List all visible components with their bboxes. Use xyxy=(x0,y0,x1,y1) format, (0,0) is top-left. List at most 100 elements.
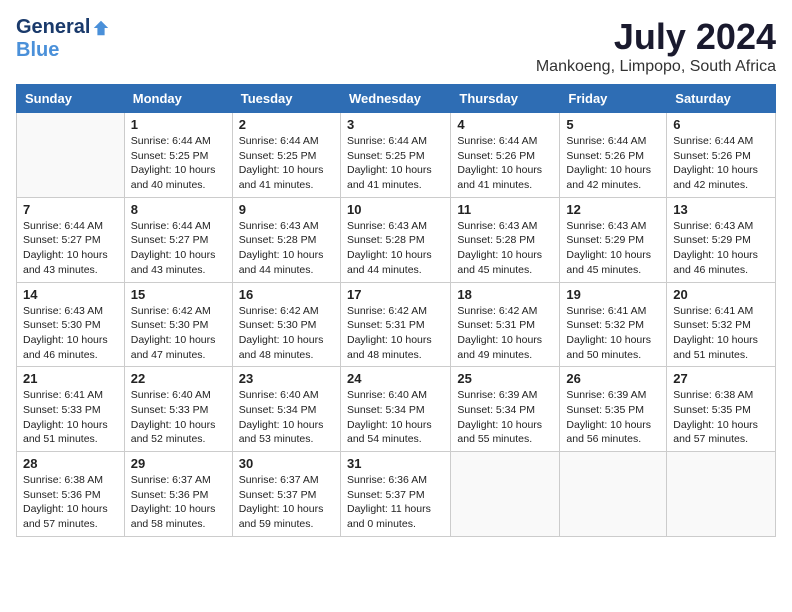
calendar-cell: 5 Sunrise: 6:44 AM Sunset: 5:26 PM Daylig… xyxy=(560,113,667,198)
calendar-cell: 18 Sunrise: 6:42 AM Sunset: 5:31 PM Dayli… xyxy=(451,282,560,367)
day-number: 16 xyxy=(239,287,334,302)
day-number: 7 xyxy=(23,202,118,217)
day-info: Sunrise: 6:44 AM Sunset: 5:26 PM Dayligh… xyxy=(673,135,758,191)
day-info: Sunrise: 6:44 AM Sunset: 5:27 PM Dayligh… xyxy=(23,220,108,276)
day-number: 26 xyxy=(566,371,660,386)
calendar-cell: 4 Sunrise: 6:44 AM Sunset: 5:26 PM Daylig… xyxy=(451,113,560,198)
day-info: Sunrise: 6:39 AM Sunset: 5:34 PM Dayligh… xyxy=(457,389,542,445)
day-info: Sunrise: 6:43 AM Sunset: 5:28 PM Dayligh… xyxy=(457,220,542,276)
calendar-week-row: 21 Sunrise: 6:41 AM Sunset: 5:33 PM Dayli… xyxy=(17,367,776,452)
calendar-cell: 28Sunrise: 6:38 AM Sunset: 5:36 PM Dayli… xyxy=(17,452,125,537)
day-number: 17 xyxy=(347,287,444,302)
day-info: Sunrise: 6:41 AM Sunset: 5:33 PM Dayligh… xyxy=(23,389,108,445)
calendar-cell xyxy=(560,452,667,537)
calendar-cell: 26 Sunrise: 6:39 AM Sunset: 5:35 PM Dayli… xyxy=(560,367,667,452)
day-number: 27 xyxy=(673,371,769,386)
day-number: 9 xyxy=(239,202,334,217)
day-info: Sunrise: 6:42 AM Sunset: 5:31 PM Dayligh… xyxy=(347,305,432,361)
logo: General Blue xyxy=(16,16,110,62)
day-info: Sunrise: 6:38 AM Sunset: 5:35 PM Dayligh… xyxy=(673,389,758,445)
day-number: 3 xyxy=(347,117,444,132)
day-number: 15 xyxy=(131,287,226,302)
day-number: 21 xyxy=(23,371,118,386)
day-number: 20 xyxy=(673,287,769,302)
calendar-header-wednesday: Wednesday xyxy=(340,85,450,113)
day-number: 18 xyxy=(457,287,553,302)
day-number: 12 xyxy=(566,202,660,217)
calendar-cell: 9 Sunrise: 6:43 AM Sunset: 5:28 PM Daylig… xyxy=(232,197,340,282)
calendar-cell xyxy=(667,452,776,537)
logo-icon xyxy=(92,19,110,37)
calendar-header-sunday: Sunday xyxy=(17,85,125,113)
calendar-header-thursday: Thursday xyxy=(451,85,560,113)
day-info: Sunrise: 6:43 AM Sunset: 5:29 PM Dayligh… xyxy=(566,220,651,276)
day-number: 30 xyxy=(239,456,334,471)
day-info: Sunrise: 6:42 AM Sunset: 5:31 PM Dayligh… xyxy=(457,305,542,361)
calendar-cell: 10 Sunrise: 6:43 AM Sunset: 5:28 PM Dayli… xyxy=(340,197,450,282)
day-info: Sunrise: 6:44 AM Sunset: 5:25 PM Dayligh… xyxy=(347,135,432,191)
logo-general-text: General xyxy=(16,16,90,39)
day-info: Sunrise: 6:43 AM Sunset: 5:28 PM Dayligh… xyxy=(239,220,324,276)
day-info: Sunrise: 6:44 AM Sunset: 5:26 PM Dayligh… xyxy=(457,135,542,191)
calendar-cell xyxy=(17,113,125,198)
day-number: 2 xyxy=(239,117,334,132)
title-area: July 2024 Mankoeng, Limpopo, South Afric… xyxy=(536,16,776,76)
calendar-cell: 2Sunrise: 6:44 AM Sunset: 5:25 PM Daylig… xyxy=(232,113,340,198)
calendar-cell: 24Sunrise: 6:40 AM Sunset: 5:34 PM Dayli… xyxy=(340,367,450,452)
calendar-cell: 11 Sunrise: 6:43 AM Sunset: 5:28 PM Dayli… xyxy=(451,197,560,282)
calendar-cell: 20 Sunrise: 6:41 AM Sunset: 5:32 PM Dayli… xyxy=(667,282,776,367)
calendar-week-row: 7 Sunrise: 6:44 AM Sunset: 5:27 PM Daylig… xyxy=(17,197,776,282)
calendar-cell: 7 Sunrise: 6:44 AM Sunset: 5:27 PM Daylig… xyxy=(17,197,125,282)
day-info: Sunrise: 6:43 AM Sunset: 5:29 PM Dayligh… xyxy=(673,220,758,276)
location-subtitle: Mankoeng, Limpopo, South Africa xyxy=(536,58,776,76)
calendar-cell: 14Sunrise: 6:43 AM Sunset: 5:30 PM Dayli… xyxy=(17,282,125,367)
day-info: Sunrise: 6:44 AM Sunset: 5:26 PM Dayligh… xyxy=(566,135,651,191)
calendar-cell: 3 Sunrise: 6:44 AM Sunset: 5:25 PM Daylig… xyxy=(340,113,450,198)
calendar-cell: 13 Sunrise: 6:43 AM Sunset: 5:29 PM Dayli… xyxy=(667,197,776,282)
day-info: Sunrise: 6:41 AM Sunset: 5:32 PM Dayligh… xyxy=(673,305,758,361)
day-number: 23 xyxy=(239,371,334,386)
calendar-cell xyxy=(451,452,560,537)
day-number: 10 xyxy=(347,202,444,217)
day-info: Sunrise: 6:44 AM Sunset: 5:25 PM Dayligh… xyxy=(131,135,216,191)
day-number: 4 xyxy=(457,117,553,132)
calendar-cell: 15 Sunrise: 6:42 AM Sunset: 5:30 PM Dayli… xyxy=(124,282,232,367)
day-info: Sunrise: 6:43 AM Sunset: 5:28 PM Dayligh… xyxy=(347,220,432,276)
calendar-cell: 21 Sunrise: 6:41 AM Sunset: 5:33 PM Dayli… xyxy=(17,367,125,452)
day-number: 28 xyxy=(23,456,118,471)
calendar-cell: 31 Sunrise: 6:36 AM Sunset: 5:37 PM Dayli… xyxy=(340,452,450,537)
calendar-week-row: 1Sunrise: 6:44 AM Sunset: 5:25 PM Daylig… xyxy=(17,113,776,198)
day-info: Sunrise: 6:40 AM Sunset: 5:34 PM Dayligh… xyxy=(347,389,432,445)
calendar-cell: 25Sunrise: 6:39 AM Sunset: 5:34 PM Dayli… xyxy=(451,367,560,452)
day-number: 29 xyxy=(131,456,226,471)
day-number: 22 xyxy=(131,371,226,386)
day-number: 13 xyxy=(673,202,769,217)
calendar-cell: 6 Sunrise: 6:44 AM Sunset: 5:26 PM Daylig… xyxy=(667,113,776,198)
day-info: Sunrise: 6:42 AM Sunset: 5:30 PM Dayligh… xyxy=(131,305,216,361)
day-number: 31 xyxy=(347,456,444,471)
calendar-header-tuesday: Tuesday xyxy=(232,85,340,113)
day-number: 11 xyxy=(457,202,553,217)
calendar-cell: 19Sunrise: 6:41 AM Sunset: 5:32 PM Dayli… xyxy=(560,282,667,367)
calendar-cell: 17 Sunrise: 6:42 AM Sunset: 5:31 PM Dayli… xyxy=(340,282,450,367)
calendar-cell: 27 Sunrise: 6:38 AM Sunset: 5:35 PM Dayli… xyxy=(667,367,776,452)
day-info: Sunrise: 6:36 AM Sunset: 5:37 PM Dayligh… xyxy=(347,474,431,530)
day-number: 6 xyxy=(673,117,769,132)
calendar-header-monday: Monday xyxy=(124,85,232,113)
calendar-cell: 1Sunrise: 6:44 AM Sunset: 5:25 PM Daylig… xyxy=(124,113,232,198)
day-info: Sunrise: 6:39 AM Sunset: 5:35 PM Dayligh… xyxy=(566,389,651,445)
calendar-header-row: SundayMondayTuesdayWednesdayThursdayFrid… xyxy=(17,85,776,113)
day-info: Sunrise: 6:43 AM Sunset: 5:30 PM Dayligh… xyxy=(23,305,108,361)
calendar-header-friday: Friday xyxy=(560,85,667,113)
page-header: General Blue July 2024 Mankoeng, Limpopo… xyxy=(16,16,776,76)
logo-blue-text: Blue xyxy=(16,39,59,62)
calendar-cell: 12 Sunrise: 6:43 AM Sunset: 5:29 PM Dayli… xyxy=(560,197,667,282)
calendar-table: SundayMondayTuesdayWednesdayThursdayFrid… xyxy=(16,84,776,537)
calendar-cell: 16Sunrise: 6:42 AM Sunset: 5:30 PM Dayli… xyxy=(232,282,340,367)
day-number: 19 xyxy=(566,287,660,302)
month-year-title: July 2024 xyxy=(536,16,776,58)
day-number: 5 xyxy=(566,117,660,132)
calendar-cell: 8Sunrise: 6:44 AM Sunset: 5:27 PM Daylig… xyxy=(124,197,232,282)
calendar-cell: 22Sunrise: 6:40 AM Sunset: 5:33 PM Dayli… xyxy=(124,367,232,452)
calendar-cell: 30Sunrise: 6:37 AM Sunset: 5:37 PM Dayli… xyxy=(232,452,340,537)
